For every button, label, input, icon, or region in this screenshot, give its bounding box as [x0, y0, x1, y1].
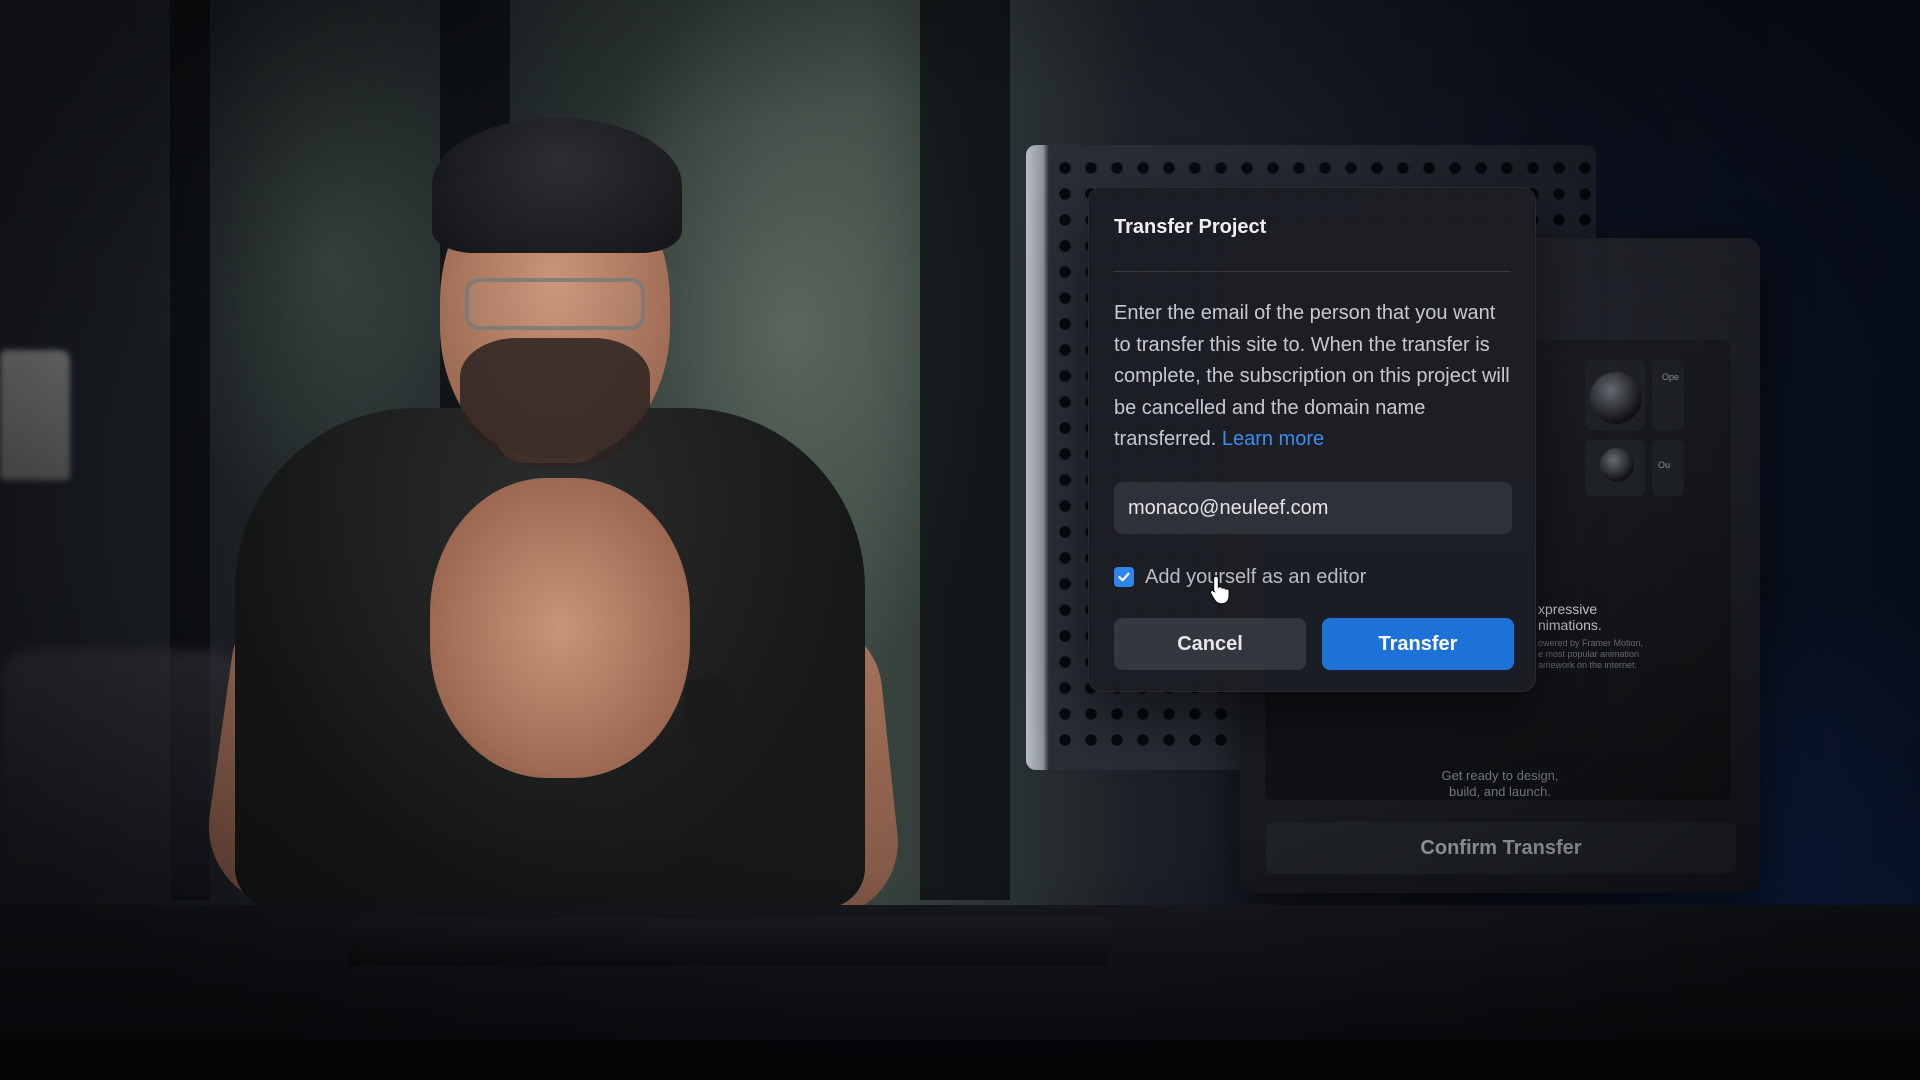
monitor-ready-text: Get ready to design, build, and launch.	[1441, 768, 1559, 799]
add-editor-label: Add yourself as an editor	[1145, 565, 1367, 588]
hand-pointer-icon	[1209, 575, 1230, 605]
confirm-transfer-button: Confirm Transfer	[1266, 822, 1736, 874]
keyboard	[346, 918, 1114, 966]
sofa	[0, 650, 240, 900]
learn-more-link[interactable]: Learn more	[1222, 428, 1324, 450]
dialog-title: Transfer Project	[1114, 216, 1267, 238]
video-background: Ope Ou xpressive nimations. owered by Fr…	[0, 0, 1920, 1080]
monitor-subtext: owered by Framer Motion, e most popular …	[1538, 638, 1644, 670]
monitor-heading: xpressive nimations.	[1538, 601, 1602, 633]
presenter-hands	[430, 478, 690, 778]
monitor-tag: Ope	[1662, 372, 1680, 382]
email-input[interactable]	[1114, 482, 1512, 534]
cancel-button[interactable]: Cancel	[1114, 618, 1306, 670]
sphere-graphic	[1590, 372, 1642, 424]
presenter-cap	[432, 118, 682, 253]
presenter-beard	[460, 338, 650, 468]
presenter	[198, 118, 906, 926]
sphere-graphic	[1600, 448, 1634, 482]
monitor-tile	[1652, 360, 1684, 430]
transfer-button[interactable]: Transfer	[1322, 618, 1514, 670]
add-editor-option[interactable]: Add yourself as an editor	[1114, 563, 1366, 591]
lamp	[0, 350, 70, 480]
desk-edge	[0, 1040, 1920, 1080]
dialog-divider	[1114, 271, 1510, 272]
add-editor-checkbox[interactable]	[1114, 567, 1134, 587]
presenter-watch	[685, 678, 735, 748]
transfer-project-dialog: Transfer Project Enter the email of the …	[1088, 187, 1536, 692]
monitor-tag: Ou	[1658, 460, 1671, 470]
window-frame	[920, 0, 1010, 900]
checkmark-icon	[1118, 572, 1130, 582]
dialog-description: Enter the email of the person that you w…	[1114, 298, 1514, 456]
presenter-glasses	[465, 278, 645, 330]
